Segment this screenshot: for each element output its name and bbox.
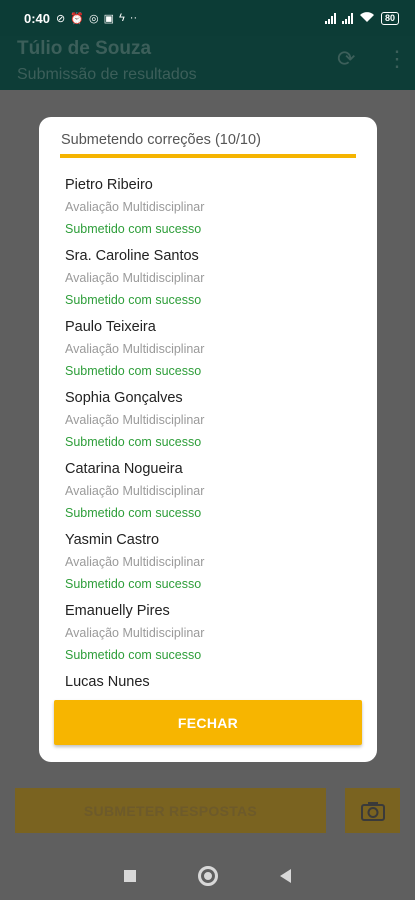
student-name: Sophia Gonçalves xyxy=(65,390,183,406)
app-subtitle: Submissão de resultados xyxy=(17,66,197,83)
exam-name: Avaliação Multidisciplinar xyxy=(65,555,205,569)
exam-name: Avaliação Multidisciplinar xyxy=(65,200,205,214)
wifi-icon xyxy=(359,11,375,26)
submission-status: Submetido com sucesso xyxy=(65,435,202,449)
recents-button[interactable] xyxy=(124,870,136,882)
exam-name: Avaliação Multidisciplinar xyxy=(65,271,205,285)
exam-name: Avaliação Multidisciplinar xyxy=(65,342,205,356)
app-bar: Túlio de Souza Submissão de resultados ⟳… xyxy=(0,36,415,90)
list-item: Sra. Caroline Santos Avaliação Multidisc… xyxy=(65,242,355,313)
news-icon: ▣ xyxy=(103,12,114,25)
list-item: Catarina Nogueira Avaliação Multidiscipl… xyxy=(65,455,355,526)
exam-name: Avaliação Multidisciplinar xyxy=(65,626,205,640)
signal-icon xyxy=(324,12,336,24)
exam-name: Avaliação Multidisciplinar xyxy=(65,413,205,427)
submit-answers-button[interactable]: SUBMETER RESPOSTAS xyxy=(15,788,326,833)
power-icon: ϟ xyxy=(118,11,125,24)
submission-status: Submetido com sucesso xyxy=(65,577,202,591)
submission-list[interactable]: Pietro Ribeiro Avaliação Multidisciplina… xyxy=(65,171,355,689)
submission-status: Submetido com sucesso xyxy=(65,222,202,236)
exam-name: Avaliação Multidisciplinar xyxy=(65,484,205,498)
list-item: Emanuelly Pires Avaliação Multidisciplin… xyxy=(65,597,355,668)
list-item: Sophia Gonçalves Avaliação Multidiscipli… xyxy=(65,384,355,455)
camera-icon xyxy=(360,801,385,821)
list-item: Yasmin Castro Avaliação Multidisciplinar… xyxy=(65,526,355,597)
back-button[interactable] xyxy=(280,869,291,883)
list-item: Paulo Teixeira Avaliação Multidisciplina… xyxy=(65,313,355,384)
sync-off-icon: ⊘ xyxy=(56,12,66,25)
student-name: Sra. Caroline Santos xyxy=(65,248,199,264)
instagram-icon: ◎ xyxy=(88,12,99,25)
refresh-icon[interactable]: ⟳ xyxy=(337,46,355,72)
home-button[interactable] xyxy=(198,866,218,886)
status-time: 0:40 xyxy=(24,10,51,26)
student-name: Emanuelly Pires xyxy=(65,603,170,619)
student-name: Paulo Teixeira xyxy=(65,319,156,335)
progress-bar xyxy=(60,154,356,158)
submission-dialog: Submetendo correções (10/10) Pietro Ribe… xyxy=(39,117,377,762)
status-bar: 0:40 ⊘ ⏰ ◎ ▣ ϟ ·· 80 xyxy=(0,0,415,36)
alarm-icon: ⏰ xyxy=(70,12,84,25)
submission-status: Submetido com sucesso xyxy=(65,364,202,378)
navigation-bar xyxy=(0,852,415,900)
list-item: Lucas Nunes xyxy=(65,668,355,689)
student-name: Lucas Nunes xyxy=(65,674,150,689)
overflow-menu-icon[interactable]: ⋮ xyxy=(386,46,408,72)
more-dots-icon: ·· xyxy=(129,11,138,24)
student-name: Pietro Ribeiro xyxy=(65,177,153,193)
battery-icon: 80 xyxy=(380,11,399,25)
submission-status: Submetido com sucesso xyxy=(65,506,202,520)
submission-status: Submetido com sucesso xyxy=(65,293,202,307)
dialog-title: Submetendo correções (10/10) xyxy=(61,132,261,148)
submission-status: Submetido com sucesso xyxy=(65,648,202,662)
close-button[interactable]: FECHAR xyxy=(54,700,362,745)
student-name: Catarina Nogueira xyxy=(65,461,183,477)
camera-button[interactable] xyxy=(345,788,400,833)
signal-icon-2 xyxy=(341,12,353,24)
app-title: Túlio de Souza xyxy=(17,38,152,59)
student-name: Yasmin Castro xyxy=(65,532,160,548)
list-item: Pietro Ribeiro Avaliação Multidisciplina… xyxy=(65,171,355,242)
